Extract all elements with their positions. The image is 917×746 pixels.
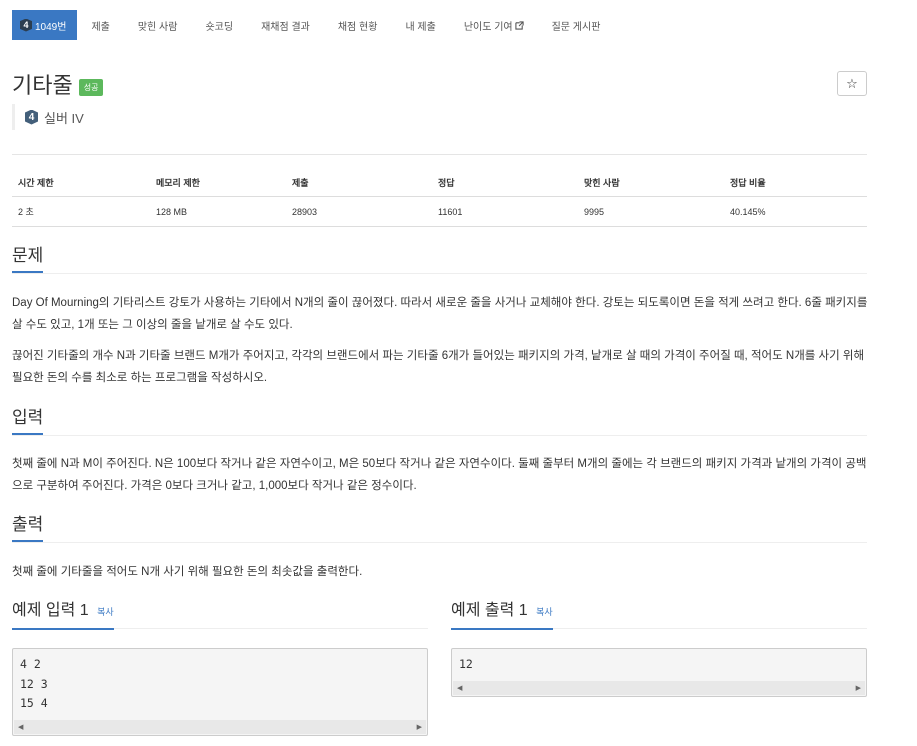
- scroll-right-icon[interactable]: ▶: [417, 723, 422, 731]
- tier-label: 실버 IV: [44, 110, 84, 126]
- problem-tabs: 4 1049번 제출 맞힌 사람 숏코딩 재채점 결과 채점 현황 내 제출 난…: [12, 10, 614, 40]
- output-section-header: 출력: [12, 515, 867, 543]
- tab-my-submissions[interactable]: 내 제출: [391, 10, 449, 40]
- result-badge: 성공: [78, 78, 104, 96]
- tab-difficulty-label: 난이도 기여: [463, 21, 513, 33]
- table-header-row: 시간 제한 메모리 제한 제출 정답 맞힌 사람 정답 비율: [12, 170, 867, 197]
- header-memory-limit: 메모리 제한: [150, 170, 286, 197]
- output-heading: 출력: [12, 515, 44, 542]
- problem-info-table: 시간 제한 메모리 제한 제출 정답 맞힌 사람 정답 비율 2 초 128 M…: [12, 170, 867, 227]
- memory-limit-value: 128 MB: [150, 196, 286, 227]
- tab-submit[interactable]: 제출: [77, 10, 123, 40]
- input-section-header: 입력: [12, 408, 867, 436]
- input-description: 첫째 줄에 N과 M이 주어진다. N은 100보다 작거나 같은 자연수이고,…: [12, 458, 867, 492]
- problem-heading: 문제: [12, 246, 44, 273]
- tab-difficulty-contribution[interactable]: 난이도 기여: [450, 10, 538, 40]
- favorite-button[interactable]: ☆: [837, 71, 867, 96]
- tab-problem[interactable]: 4 1049번: [12, 10, 78, 40]
- tab-question-board[interactable]: 질문 게시판: [538, 10, 615, 40]
- problem-tier: 4 실버 IV: [12, 104, 84, 130]
- sample-output-heading: 예제 출력 1 복사: [451, 601, 553, 630]
- accepted-value: 11601: [432, 196, 578, 227]
- time-limit-value: 2 초: [12, 196, 150, 227]
- sample-output-header: 예제 출력 1 복사: [451, 601, 867, 630]
- table-row: 2 초 128 MB 28903 11601 9995 40.145%: [12, 196, 867, 227]
- header-accept-ratio: 정답 비율: [724, 170, 867, 197]
- horizontal-scrollbar[interactable]: ◀ ▶: [14, 720, 426, 734]
- problem-title-row: 기타줄 성공: [12, 68, 104, 100]
- star-icon: ☆: [846, 75, 858, 91]
- header-accepted: 정답: [432, 170, 578, 197]
- problem-description-2: 끊어진 기타줄의 개수 N과 기타줄 브랜드 M개가 주어지고, 각각의 브랜드…: [12, 350, 865, 384]
- tier-badge-icon: 4: [20, 18, 32, 32]
- accept-ratio-value: 40.145%: [724, 196, 867, 227]
- output-description: 첫째 줄에 기타줄을 적어도 N개 사기 위해 필요한 돈의 최솟값을 출력한다…: [12, 566, 363, 578]
- input-heading: 입력: [12, 408, 44, 435]
- header-time-limit: 시간 제한: [12, 170, 150, 197]
- external-link-icon: [514, 20, 524, 30]
- sample-input-header: 예제 입력 1 복사: [12, 601, 428, 630]
- problem-title: 기타줄: [12, 73, 73, 98]
- submissions-value: 28903: [286, 196, 432, 227]
- tab-rejudge-results[interactable]: 재채점 결과: [247, 10, 324, 40]
- scroll-right-icon[interactable]: ▶: [856, 684, 861, 692]
- solved-users-value: 9995: [578, 196, 724, 227]
- header-submissions: 제출: [286, 170, 432, 197]
- horizontal-scrollbar[interactable]: ◀ ▶: [453, 681, 865, 695]
- tier-badge-icon: 4: [25, 109, 38, 125]
- problem-description-1: Day Of Mourning의 기타리스트 강토가 사용하는 기타에서 N개의…: [12, 297, 868, 331]
- sample-input-box: 4 2 12 3 15 4 ◀ ▶: [12, 648, 428, 736]
- sample-output-box: 12 ◀ ▶: [451, 648, 867, 697]
- copy-sample-input-button[interactable]: 복사: [97, 607, 114, 617]
- tab-short-coding[interactable]: 숏코딩: [191, 10, 247, 40]
- scroll-left-icon[interactable]: ◀: [457, 684, 462, 692]
- sample-output-text: 12: [459, 657, 473, 671]
- tab-solved-users[interactable]: 맞힌 사람: [124, 10, 192, 40]
- copy-sample-output-button[interactable]: 복사: [536, 607, 553, 617]
- tab-problem-label: 1049번: [35, 21, 67, 33]
- sample-input-heading: 예제 입력 1 복사: [12, 601, 114, 630]
- sample-output-title: 예제 출력 1: [451, 602, 528, 619]
- scroll-left-icon[interactable]: ◀: [18, 723, 23, 731]
- header-solved-users: 맞힌 사람: [578, 170, 724, 197]
- tab-judge-status[interactable]: 채점 현황: [324, 10, 392, 40]
- problem-section-header: 문제: [12, 246, 867, 274]
- sample-input-text: 4 2 12 3 15 4: [20, 657, 48, 710]
- divider: [12, 154, 867, 155]
- sample-input-title: 예제 입력 1: [12, 602, 89, 619]
